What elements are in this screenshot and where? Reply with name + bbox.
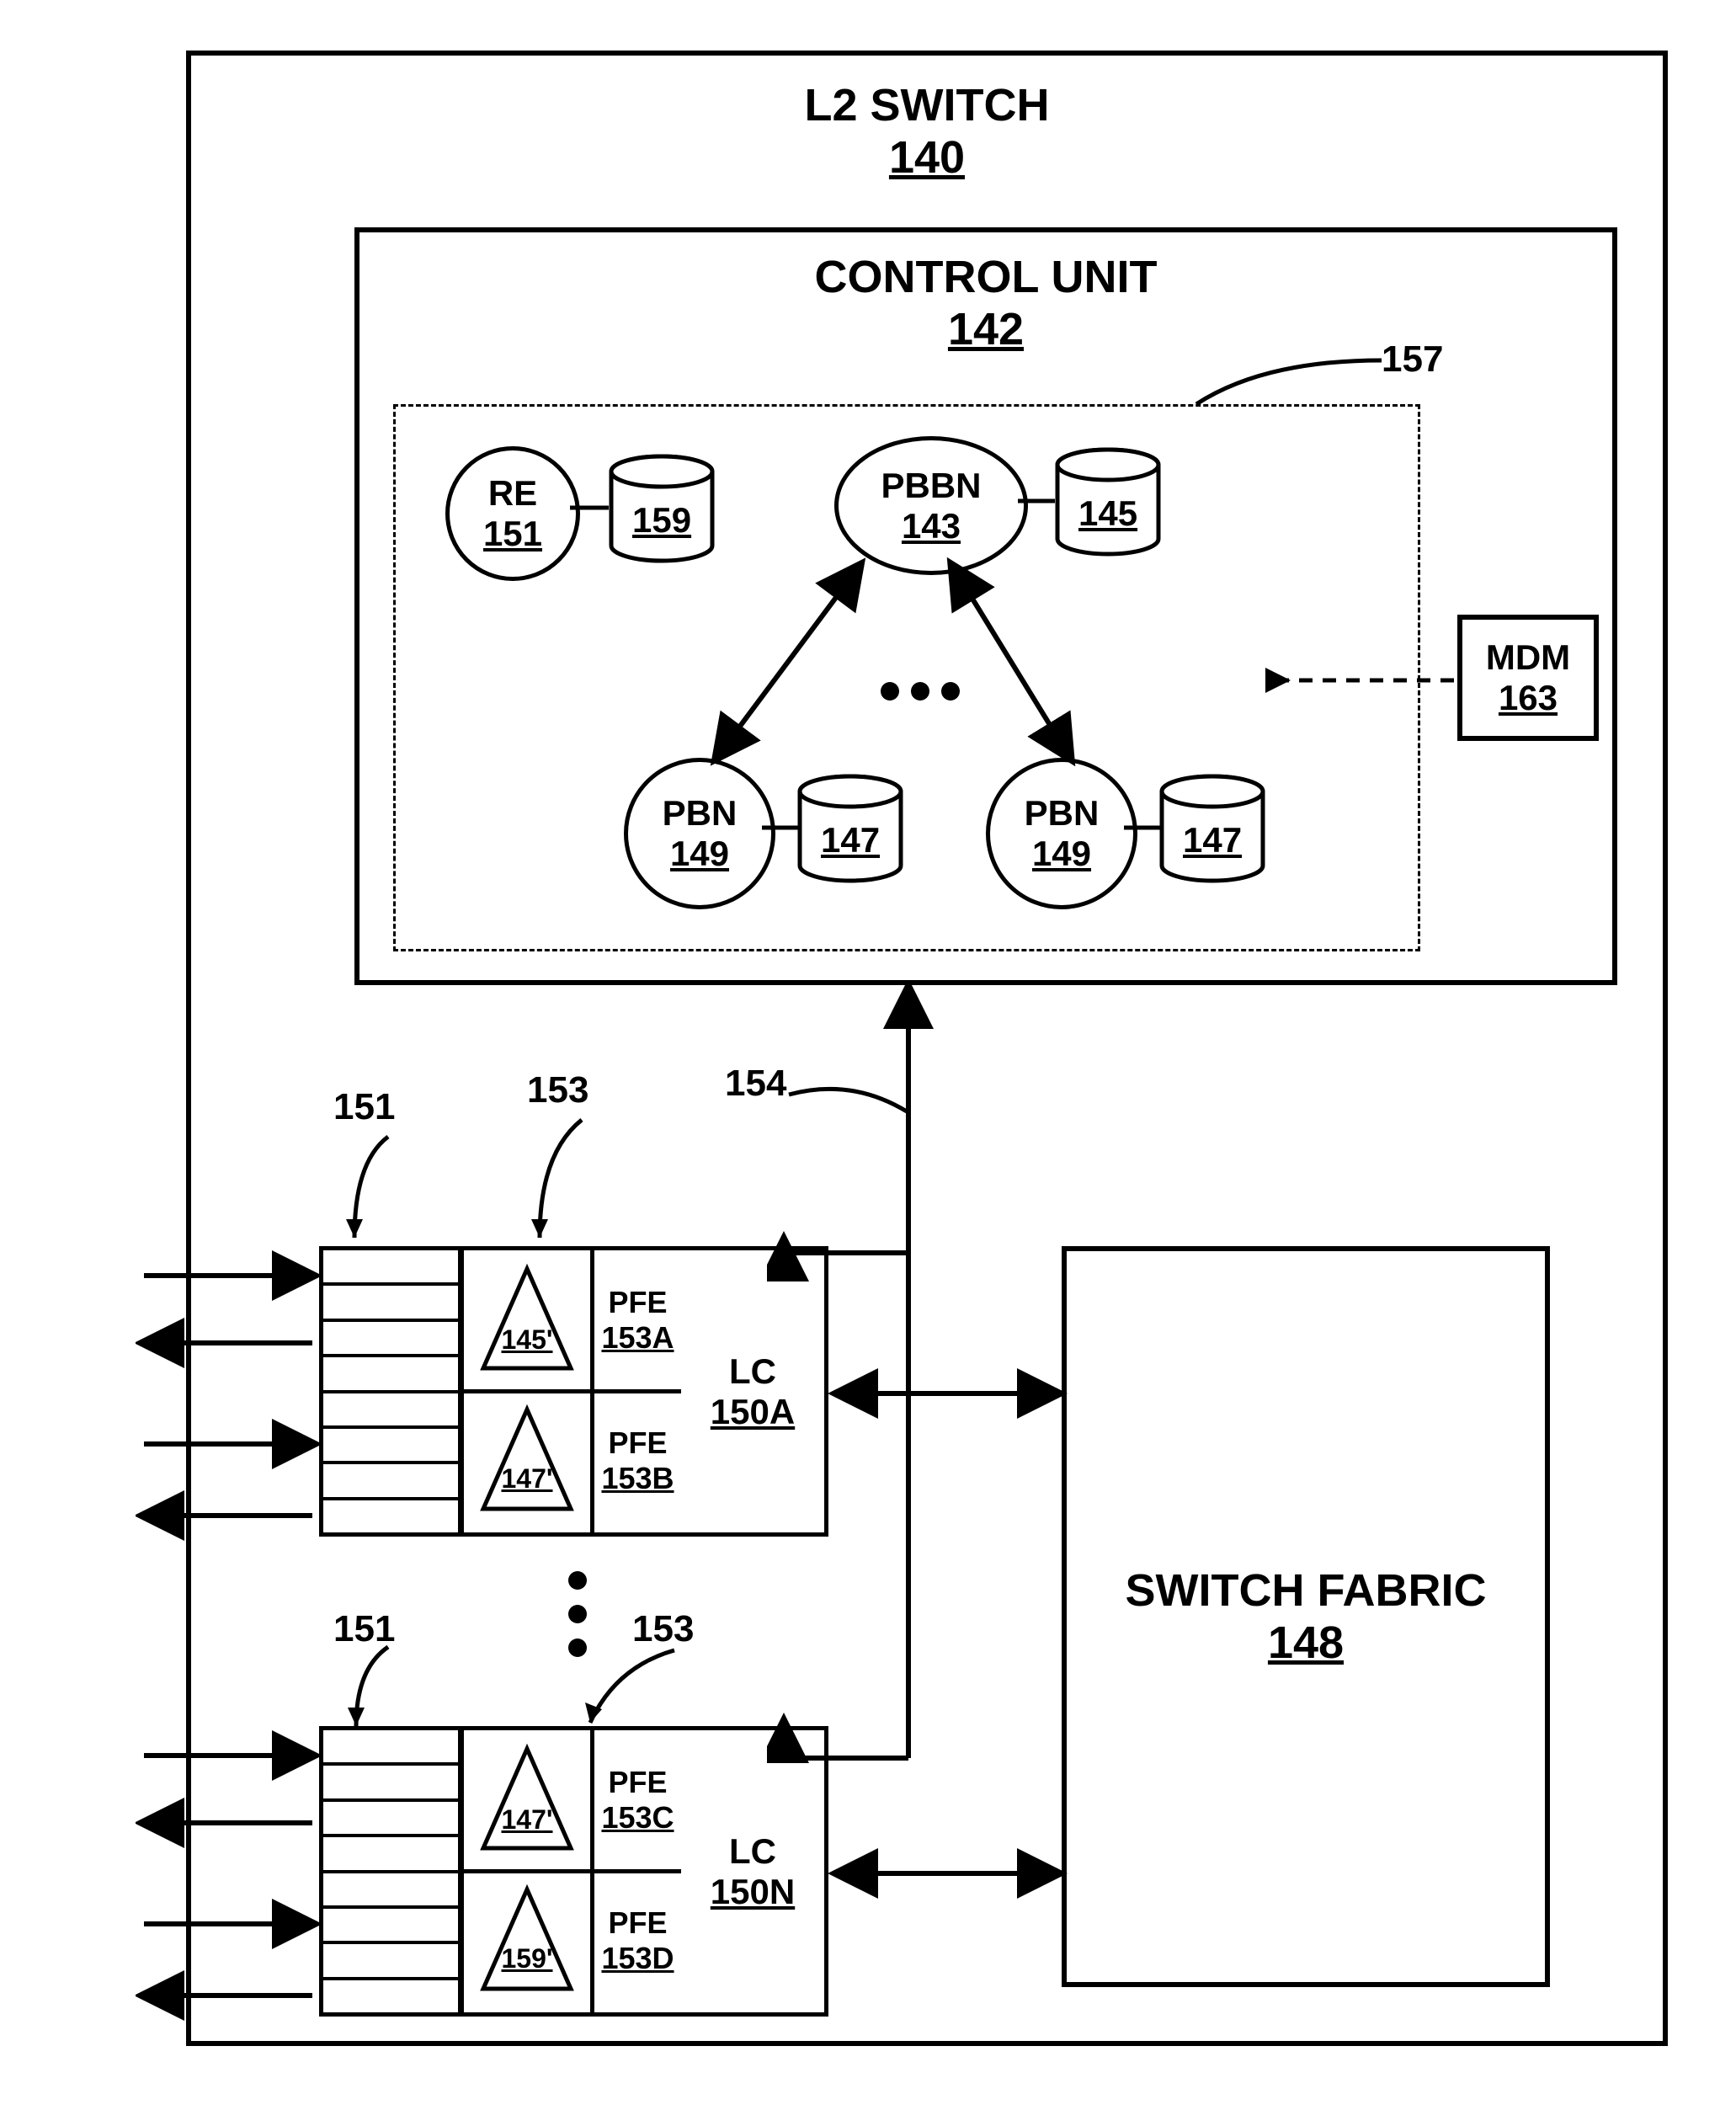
re-db-num: 159 xyxy=(632,500,691,541)
pfe-a-block: 145' PFE 153A xyxy=(460,1246,685,1393)
re-node: RE 151 xyxy=(445,446,580,581)
pfe-c-title: PFE xyxy=(608,1765,667,1800)
triangle-icon xyxy=(468,1257,586,1383)
leader-154 xyxy=(784,1069,919,1145)
triangle-icon xyxy=(468,1398,586,1524)
pbbn-db-num: 145 xyxy=(1078,493,1137,534)
ext-arrows-n xyxy=(136,1730,329,2021)
lc-n-num: 150N xyxy=(711,1872,795,1912)
mdm-title: MDM xyxy=(1462,637,1594,678)
pbbn-title: PBBN xyxy=(881,466,981,506)
connector-pbn-right-db xyxy=(1122,815,1163,840)
pfe-d-title: PFE xyxy=(608,1905,667,1941)
pfe-b-block: 147' PFE 153B xyxy=(460,1389,685,1537)
pfe-b-tri: 147' xyxy=(464,1463,590,1495)
pfe-b-num: 153B xyxy=(601,1461,674,1496)
label-153-a: 153 xyxy=(527,1069,588,1111)
mdm-num: 163 xyxy=(1462,678,1594,718)
sf-num: 148 xyxy=(1067,1617,1545,1669)
switch-fabric-box: SWITCH FABRIC 148 xyxy=(1062,1246,1550,1987)
leader-151-b xyxy=(338,1638,422,1740)
label-154: 154 xyxy=(725,1063,786,1105)
leader-153-a xyxy=(514,1111,615,1255)
mdm-box: MDM 163 xyxy=(1457,615,1599,741)
arrow-mdm xyxy=(1265,657,1459,707)
diagram-root: L2 SWITCH 140 CONTROL UNIT 142 157 MDM 1… xyxy=(43,34,1693,2071)
label-157: 157 xyxy=(1382,338,1443,381)
re-num: 151 xyxy=(483,514,542,554)
lc-n-title: LC xyxy=(729,1831,776,1872)
pfe-a-title: PFE xyxy=(608,1285,667,1320)
pfe-d-tri: 159' xyxy=(464,1943,590,1974)
pfe-a-tri: 145' xyxy=(464,1324,590,1356)
label-151-a: 151 xyxy=(333,1086,395,1128)
leader-153-b xyxy=(565,1642,700,1734)
pbn-left-db-num: 147 xyxy=(821,820,880,861)
pfe-c-num: 153C xyxy=(601,1800,674,1836)
pbn-right-title: PBN xyxy=(1025,793,1100,834)
pbn-right-db-num: 147 xyxy=(1183,820,1242,861)
ext-arrows-a xyxy=(136,1250,329,1541)
connector-pbbn-db xyxy=(1016,488,1057,514)
pbn-left-num: 149 xyxy=(670,834,729,874)
leader-151-a xyxy=(338,1128,422,1255)
pfe-b-title: PFE xyxy=(608,1425,667,1461)
pbn-left-title: PBN xyxy=(663,793,738,834)
ellipsis-horizontal xyxy=(881,682,960,701)
pbn-right-num: 149 xyxy=(1032,834,1091,874)
l2-switch-num: 140 xyxy=(191,131,1663,184)
l2-switch-title: L2 SWITCH xyxy=(191,79,1663,131)
arrow-lcn-sf xyxy=(826,1844,1070,1903)
re-title: RE xyxy=(488,473,537,514)
triangle-icon xyxy=(468,1878,586,2004)
pfe-d-block: 159' PFE 153D xyxy=(460,1869,685,2017)
pfe-a-num: 153A xyxy=(601,1320,674,1356)
connector-pbn-left-db xyxy=(760,815,801,840)
pfe-c-tri: 147' xyxy=(464,1804,590,1836)
arrows-pbbn-pbn xyxy=(649,539,1121,791)
interface-group-a xyxy=(319,1246,462,1537)
pfe-d-num: 153D xyxy=(601,1941,674,1976)
control-unit-title: CONTROL UNIT xyxy=(359,251,1612,303)
connector-re-db xyxy=(568,495,610,520)
interface-group-n xyxy=(319,1726,462,2017)
leader-157 xyxy=(1188,354,1407,429)
triangle-icon xyxy=(468,1737,586,1863)
sf-title: SWITCH FABRIC xyxy=(1067,1564,1545,1617)
pfe-c-block: 147' PFE 153C xyxy=(460,1726,685,1873)
